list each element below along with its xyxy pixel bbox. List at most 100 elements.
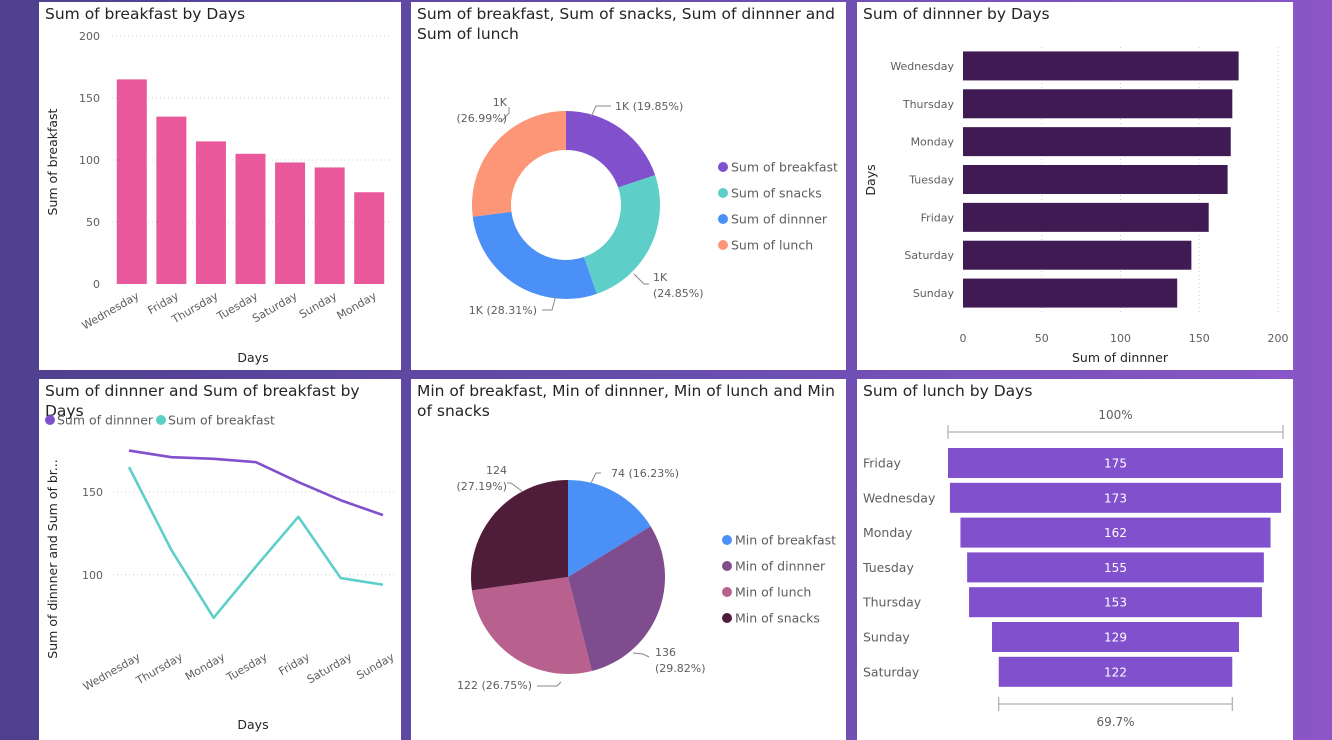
y-tick-label: 100 xyxy=(82,569,103,582)
legend-label: Min of dinnner xyxy=(735,559,826,574)
lunch-funnel-chart: 100% 175 Friday 173 Wednesday 162 Monday 155 Tue… xyxy=(862,408,1284,729)
x-tick-label: Sunday xyxy=(354,650,397,682)
x-tick-label: Saturday xyxy=(305,650,355,686)
sum-totals-donut-chart: 1K (19.85%) 1K (24.85%) 1K (28.31%) 1K (26.99… xyxy=(456,96,838,317)
x-tick-label: Wednesday xyxy=(81,650,143,693)
x-tick-label: Thursday xyxy=(133,650,185,688)
bar xyxy=(195,141,226,284)
legend-label: Sum of breakfast xyxy=(731,160,838,175)
x-tick-label: Monday xyxy=(183,650,228,683)
panel-lunch-funnel: Sum of lunch by Days 100% 175 Friday 173 Wed… xyxy=(857,379,1293,740)
dinner-breakfast-line-chart: 100150WednesdayThursdayMondayTuesday Frid… xyxy=(45,413,397,732)
panel-sum-totals-donut: Sum of breakfast, Sum of snacks, Sum of … xyxy=(411,2,846,370)
x-tick-label: Monday xyxy=(335,289,380,322)
panel-dinner-by-days: Sum of dinnner by Days 0 50 100 150 200 Wedne… xyxy=(857,2,1293,370)
panel-breakfast-by-days: Sum of breakfast by Days 0 50 100 150 200 Wed… xyxy=(39,2,401,370)
bar xyxy=(963,127,1231,157)
funnel-value: 153 xyxy=(1104,596,1127,610)
y-axis-label: Days xyxy=(863,164,878,195)
y-tick-label: 150 xyxy=(82,486,103,499)
bar xyxy=(963,278,1178,308)
data-label: (24.85%) xyxy=(653,287,704,300)
bar xyxy=(963,240,1192,270)
legend-marker xyxy=(718,162,728,172)
top-percent-label: 100% xyxy=(1098,408,1132,422)
y-axis-label: Sum of breakfast xyxy=(45,108,60,215)
category-label: Thursday xyxy=(862,595,922,610)
bar xyxy=(235,153,266,284)
x-axis-label: Days xyxy=(237,350,268,365)
data-label: (29.82%) xyxy=(655,662,706,675)
leader-line xyxy=(590,472,601,484)
funnel-value: 175 xyxy=(1104,457,1127,471)
funnel-value: 122 xyxy=(1104,665,1127,679)
y-tick-label: Thursday xyxy=(902,98,955,111)
x-tick-label: Sunday xyxy=(297,289,340,321)
funnel-value: 162 xyxy=(1104,526,1127,540)
legend-marker xyxy=(156,415,166,425)
data-label: 122 (26.75%) xyxy=(457,679,532,692)
category-label: Sunday xyxy=(863,630,910,645)
data-label: 1K xyxy=(493,96,508,109)
pie-slice xyxy=(471,480,568,591)
legend-label: Min of snacks xyxy=(735,611,820,626)
data-label: 124 xyxy=(486,464,507,477)
leader-line xyxy=(633,273,649,285)
x-axis-label: Sum of dinnner xyxy=(1072,350,1169,365)
bar xyxy=(354,192,385,284)
series-line xyxy=(128,449,384,517)
category-label: Saturday xyxy=(863,664,920,679)
bar xyxy=(116,79,147,285)
bar xyxy=(963,165,1228,194)
breakfast-bar-chart: 050100150200Wednesday FridayThursdayTuesd… xyxy=(45,30,389,365)
bar xyxy=(963,89,1233,119)
legend-marker xyxy=(45,415,55,425)
category-label: Friday xyxy=(863,456,901,471)
y-tick-label: Saturday xyxy=(904,249,954,262)
y-tick-label: Tuesday xyxy=(908,174,954,187)
x-tick-label: 200 xyxy=(1268,332,1289,345)
category-label: Wednesday xyxy=(863,490,936,505)
legend-label: Sum of dinnner xyxy=(57,413,154,428)
x-tick-label: 50 xyxy=(1035,332,1049,345)
data-label: (26.99%) xyxy=(456,112,507,125)
bar xyxy=(275,162,306,284)
legend-label: Sum of dinnner xyxy=(731,212,828,227)
legend-label: Sum of lunch xyxy=(731,238,813,253)
legend-marker xyxy=(718,214,728,224)
funnel-value: 173 xyxy=(1104,491,1127,505)
x-tick-label: Wednesday xyxy=(80,289,142,332)
data-label: 136 xyxy=(655,646,676,659)
y-tick-label: 50 xyxy=(86,216,100,229)
legend-label: Min of breakfast xyxy=(735,533,836,548)
category-label: Tuesday xyxy=(862,560,914,575)
legend-marker xyxy=(718,240,728,250)
dinner-bar-chart: 0 50 100 150 200 Wednesday Thursday Monday Tuesd… xyxy=(863,47,1289,365)
panel-min-values-pie: Min of breakfast, Min of dinnner, Min of… xyxy=(411,379,846,740)
x-tick-label: 100 xyxy=(1110,332,1131,345)
leader-line xyxy=(537,681,562,687)
x-axis-label: Days xyxy=(237,717,268,732)
funnel-value: 129 xyxy=(1104,631,1127,645)
min-values-pie-chart: 74 (16.23%) 136 (29.82%) 122 (26.75%) 124 (27… xyxy=(456,464,836,692)
y-tick-label: Sunday xyxy=(913,287,955,300)
bar xyxy=(963,202,1209,232)
leader-line xyxy=(632,652,650,658)
x-tick-label: Saturday xyxy=(250,289,300,325)
x-tick-label: 0 xyxy=(960,332,967,345)
y-tick-label: 150 xyxy=(79,92,100,105)
bar xyxy=(156,116,187,284)
donut-slice xyxy=(566,111,656,188)
legend-marker xyxy=(722,613,732,623)
legend-label: Sum of breakfast xyxy=(168,413,275,428)
y-tick-label: Wednesday xyxy=(890,60,954,73)
donut-slice xyxy=(472,111,566,217)
data-label: 74 (16.23%) xyxy=(611,467,679,480)
legend-marker xyxy=(722,535,732,545)
data-label: 1K (28.31%) xyxy=(469,304,537,317)
category-label: Monday xyxy=(863,525,913,540)
y-tick-label: 0 xyxy=(93,278,100,291)
legend-marker xyxy=(722,587,732,597)
data-label: (27.19%) xyxy=(456,480,507,493)
legend-marker xyxy=(718,188,728,198)
